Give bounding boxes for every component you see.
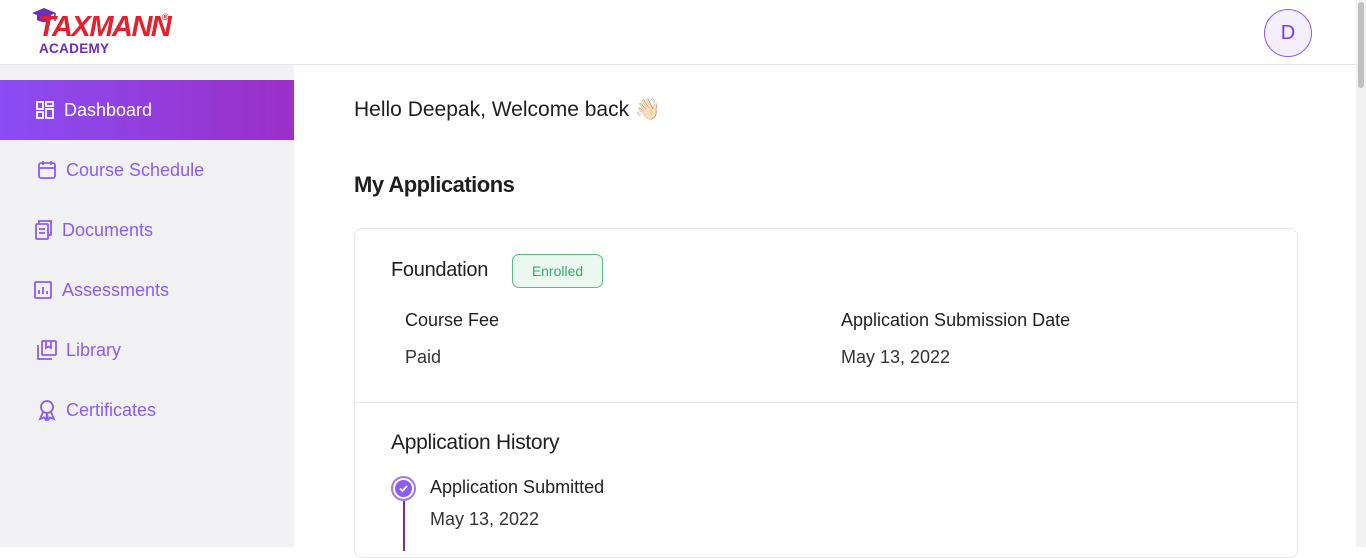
- sidebar-item-course-schedule[interactable]: Course Schedule: [0, 140, 294, 200]
- taxmann-academy-logo[interactable]: TAXMANN ® ACADEMY: [30, 6, 180, 58]
- dashboard-icon: [34, 99, 56, 121]
- main-content: Hello Deepak, Welcome back 👋🏻 My Applica…: [294, 65, 1356, 558]
- top-header: TAXMANN ® ACADEMY D: [0, 0, 1356, 65]
- sidebar-item-documents[interactable]: Documents: [0, 200, 294, 260]
- award-icon: [36, 399, 58, 421]
- timeline-check-icon: [391, 476, 416, 501]
- status-badge: Enrolled: [512, 254, 603, 288]
- sidebar-item-library[interactable]: Library: [0, 320, 294, 380]
- sidebar-item-label: Library: [66, 339, 122, 360]
- welcome-greeting: Hello Deepak, Welcome back 👋🏻: [354, 98, 662, 121]
- logo-subtitle: ACADEMY: [39, 41, 110, 56]
- application-card: Foundation Enrolled Course Fee Paid Appl…: [354, 228, 1298, 558]
- sidebar-item-assessments[interactable]: Assessments: [0, 260, 294, 320]
- course-name: Foundation: [391, 259, 489, 281]
- sidebar-item-certificates[interactable]: Certificates: [0, 380, 294, 440]
- submission-date-label: Application Submission Date: [841, 310, 1071, 330]
- documents-icon: [32, 219, 54, 241]
- sidebar-item-label: Dashboard: [64, 99, 153, 120]
- timeline-item-date: May 13, 2022: [430, 509, 540, 529]
- sidebar-item-dashboard[interactable]: Dashboard: [0, 80, 294, 140]
- library-icon: [36, 339, 58, 361]
- sidebar-item-label: Assessments: [62, 279, 170, 300]
- scrollbar-thumb[interactable]: [1358, 2, 1364, 88]
- course-fee-label: Course Fee: [405, 310, 500, 330]
- course-fee-value: Paid: [405, 347, 442, 367]
- sidebar: Dashboard Course Schedule Documents Asse…: [0, 65, 294, 547]
- timeline-item-title: Application Submitted: [430, 477, 605, 497]
- calendar-icon: [36, 159, 58, 181]
- bar-chart-icon: [32, 279, 54, 301]
- application-history-title: Application History: [391, 431, 560, 454]
- user-avatar[interactable]: D: [1264, 9, 1312, 57]
- registered-mark: ®: [162, 12, 169, 22]
- page-title: My Applications: [354, 172, 515, 197]
- timeline-connector: [403, 501, 405, 551]
- vertical-scrollbar[interactable]: [1356, 0, 1366, 547]
- sidebar-item-label: Certificates: [66, 399, 157, 420]
- card-divider: [355, 402, 1297, 403]
- sidebar-item-label: Course Schedule: [66, 159, 205, 180]
- sidebar-item-label: Documents: [62, 219, 154, 240]
- submission-date-value: May 13, 2022: [841, 347, 951, 367]
- logo-wordmark: TAXMANN: [38, 11, 172, 43]
